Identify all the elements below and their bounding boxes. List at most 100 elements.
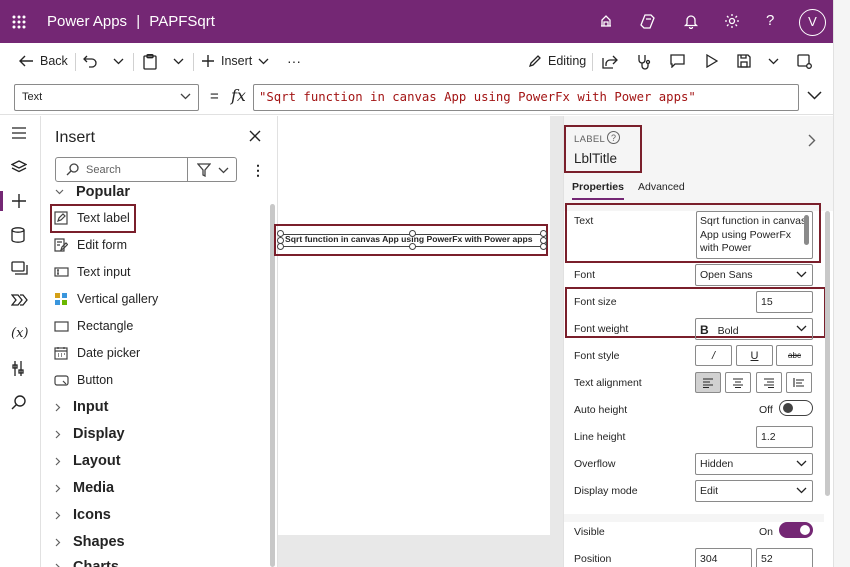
visible-toggle[interactable] [779, 522, 813, 538]
category-media[interactable]: Media [55, 480, 114, 496]
undo-icon[interactable] [83, 54, 98, 69]
text-property-input[interactable]: Sqrt function in canvas App using PowerF… [696, 211, 813, 259]
textarea-scrollbar[interactable] [804, 215, 809, 245]
paste-chevron-down-icon[interactable] [173, 58, 184, 65]
property-value: Text [22, 91, 43, 103]
align-left-button[interactable] [695, 372, 721, 393]
publish-icon[interactable] [797, 54, 812, 69]
resize-handle[interactable] [277, 230, 284, 237]
category-input[interactable]: Input [55, 399, 108, 415]
category-layout[interactable]: Layout [55, 453, 121, 469]
media-icon[interactable] [11, 261, 28, 276]
line-height-input[interactable]: 1.2 [756, 426, 813, 448]
category-shapes[interactable]: Shapes [55, 534, 125, 550]
insert-item-text-label[interactable]: Text label [53, 207, 130, 229]
avatar[interactable]: V [799, 9, 826, 36]
save-icon[interactable] [737, 54, 751, 68]
chevron-right-icon [55, 563, 61, 567]
close-icon[interactable] [249, 130, 261, 142]
comments-icon[interactable] [670, 54, 685, 68]
more-commands-button[interactable]: ··· [287, 53, 301, 69]
category-charts[interactable]: Charts [55, 559, 119, 567]
tab-advanced[interactable]: Advanced [638, 181, 685, 193]
search-input[interactable]: Search [55, 157, 188, 182]
align-justify-button[interactable] [786, 372, 812, 393]
position-x-input[interactable]: 304 [695, 548, 752, 567]
project-name[interactable]: PAPFSqrt [149, 13, 215, 30]
back-button[interactable]: Back [18, 54, 68, 68]
menu-icon[interactable] [11, 127, 27, 139]
property-dropdown[interactable]: Text [14, 84, 199, 111]
category-popular[interactable]: Popular [55, 184, 130, 200]
insert-item-label: Date picker [77, 346, 141, 360]
divider [193, 53, 194, 71]
power-automate-icon[interactable] [11, 294, 28, 307]
waffle-icon[interactable] [12, 15, 26, 29]
share-icon[interactable] [602, 54, 618, 69]
category-label: Layout [73, 453, 121, 469]
auto-height-toggle[interactable] [779, 400, 813, 416]
filter-button[interactable] [187, 157, 237, 182]
align-left-icon [703, 377, 713, 388]
chevron-right-icon[interactable] [808, 134, 816, 147]
app-checker-icon[interactable] [636, 54, 651, 70]
align-right-button[interactable] [756, 372, 782, 393]
gear-icon[interactable] [724, 13, 740, 29]
tab-properties[interactable]: Properties [572, 181, 624, 200]
category-display[interactable]: Display [55, 426, 125, 442]
font-dropdown[interactable]: Open Sans [695, 264, 813, 286]
editing-button[interactable]: Editing [528, 54, 586, 68]
data-icon[interactable] [11, 227, 25, 243]
resize-handle[interactable] [540, 230, 547, 237]
variables-icon[interactable]: (x) [11, 326, 28, 341]
control-name[interactable]: LblTitle [574, 151, 617, 166]
chevron-down-icon [180, 93, 191, 100]
underline-icon: U [750, 349, 759, 362]
help-icon[interactable]: ? [607, 131, 620, 144]
undo-chevron-down-icon[interactable] [113, 58, 124, 65]
underline-button[interactable]: U [736, 345, 773, 366]
insert-item-date-picker[interactable]: Date picker [53, 342, 140, 364]
resize-handle[interactable] [409, 243, 416, 250]
formula-input[interactable]: "Sqrt function in canvas App using Power… [253, 84, 799, 111]
font-weight-dropdown[interactable]: B Bold [695, 318, 813, 340]
resize-handle[interactable] [277, 243, 284, 250]
chevron-right-icon [55, 457, 61, 466]
overflow-dropdown[interactable]: Hidden [695, 453, 813, 475]
app-screen[interactable]: Sqrt function in canvas App using PowerF… [274, 116, 550, 535]
italic-button[interactable]: / [695, 345, 732, 366]
position-y-input[interactable]: 52 [756, 548, 813, 567]
search-icon[interactable] [11, 395, 26, 410]
strikethrough-button[interactable]: abc [776, 345, 813, 366]
resize-handle[interactable] [540, 243, 547, 250]
more-options-icon[interactable]: ⋮ [251, 162, 265, 179]
insert-icon[interactable] [0, 191, 27, 211]
expand-formula-chevron-icon[interactable] [807, 91, 822, 100]
insert-item-edit-form[interactable]: Edit form [53, 234, 127, 256]
insert-item-vertical-gallery[interactable]: Vertical gallery [53, 288, 158, 310]
tree-view-icon[interactable] [11, 160, 27, 174]
insert-button[interactable]: Insert [201, 54, 269, 68]
properties-scrollbar[interactable] [825, 211, 830, 496]
bell-icon[interactable] [683, 13, 699, 29]
environment-icon[interactable] [598, 13, 614, 29]
insert-pane-scrollbar[interactable] [270, 204, 275, 567]
copilot-icon[interactable] [640, 13, 657, 30]
advanced-tools-icon[interactable] [11, 360, 25, 377]
resize-handle[interactable] [409, 230, 416, 237]
insert-item-button[interactable]: Button [53, 369, 113, 391]
play-icon[interactable] [705, 54, 718, 68]
insert-item-rectangle[interactable]: Rectangle [53, 315, 133, 337]
category-icons[interactable]: Icons [55, 507, 111, 523]
rectangle-icon [53, 318, 69, 334]
display-mode-dropdown[interactable]: Edit [695, 480, 813, 502]
save-chevron-down-icon[interactable] [768, 58, 779, 65]
text-label-icon [53, 210, 69, 226]
help-icon[interactable]: ? [766, 12, 774, 29]
category-label: Popular [76, 184, 130, 200]
category-label: Charts [73, 559, 119, 567]
font-size-input[interactable]: 15 [756, 291, 813, 313]
align-center-button[interactable] [725, 372, 751, 393]
paste-icon[interactable] [143, 54, 157, 70]
insert-item-text-input[interactable]: Text input [53, 261, 131, 283]
